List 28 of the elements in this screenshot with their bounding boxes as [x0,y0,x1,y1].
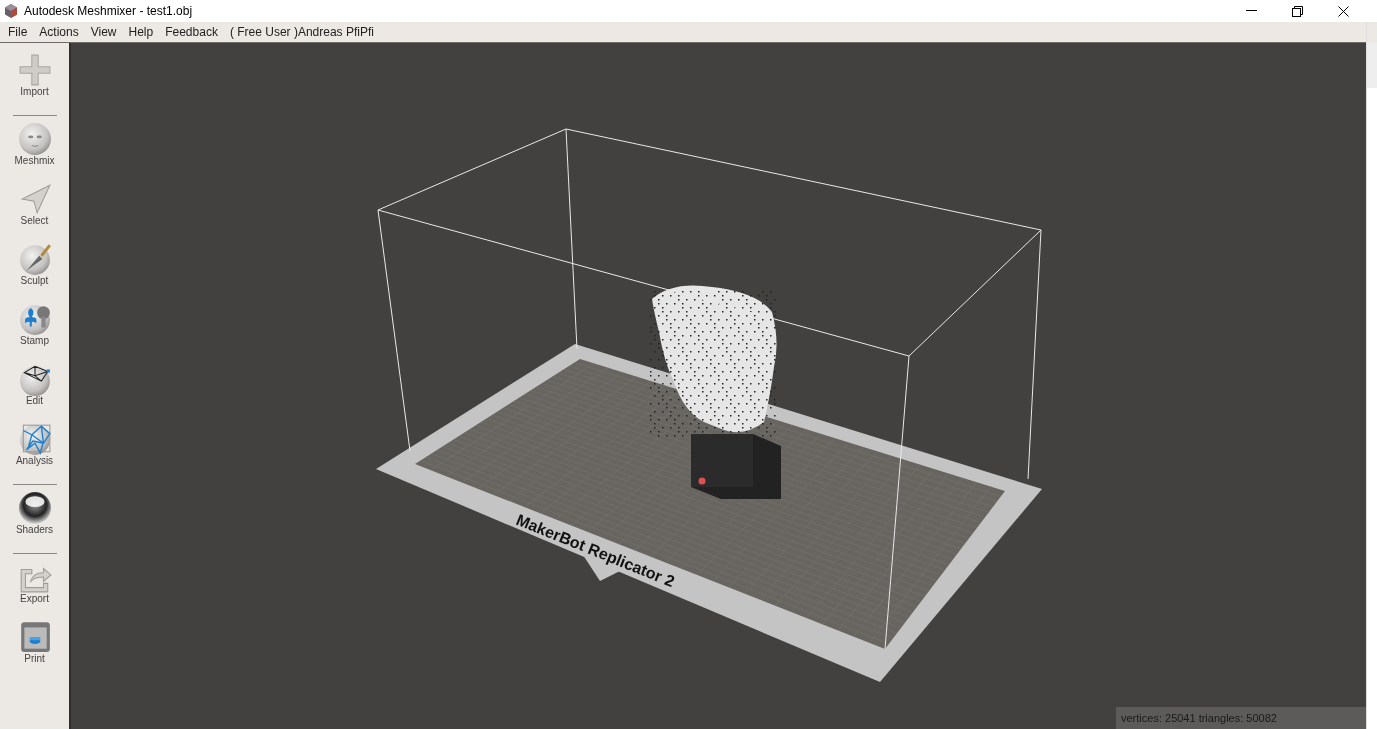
menu-item[interactable]: Help [122,21,160,43]
minimize-icon [1245,10,1257,12]
sphere-mesh-grid-icon [17,422,52,456]
close-icon [1337,5,1349,17]
restore-icon [1291,5,1303,17]
sphere-stamp-icon [17,302,52,336]
status-bar: vertices: 25041 triangles: 50082 [1116,707,1366,729]
tool-button[interactable]: Shaders [4,489,65,549]
tool-button[interactable]: Meshmix [4,120,65,180]
tool-button[interactable]: Print [4,618,65,678]
tool-button[interactable]: Analysis [4,420,65,480]
tool-button[interactable]: Export [4,558,65,618]
menu-item[interactable]: Actions [33,21,85,43]
window-title: Autodesk Meshmixer - test1.obj [24,3,193,20]
tool-button[interactable]: Stamp [4,300,65,360]
menu-item[interactable]: Feedback [159,21,224,43]
menu-item[interactable]: File [2,21,34,43]
tool-button[interactable]: Sculpt [4,240,65,300]
plus-icon [17,53,52,87]
menu-item[interactable]: ( Free User )Andreas PfiPfi [223,21,380,43]
chrome-sphere-icon [17,491,52,525]
app-logo-icon [3,3,19,19]
menu-item[interactable]: View [84,21,123,43]
sphere-brush-icon [17,242,52,276]
sphere-face-icon [17,122,52,156]
tool-button[interactable]: Import [4,51,65,111]
tool-button[interactable]: Select [4,180,65,240]
tool-button[interactable]: Edit [4,360,65,420]
